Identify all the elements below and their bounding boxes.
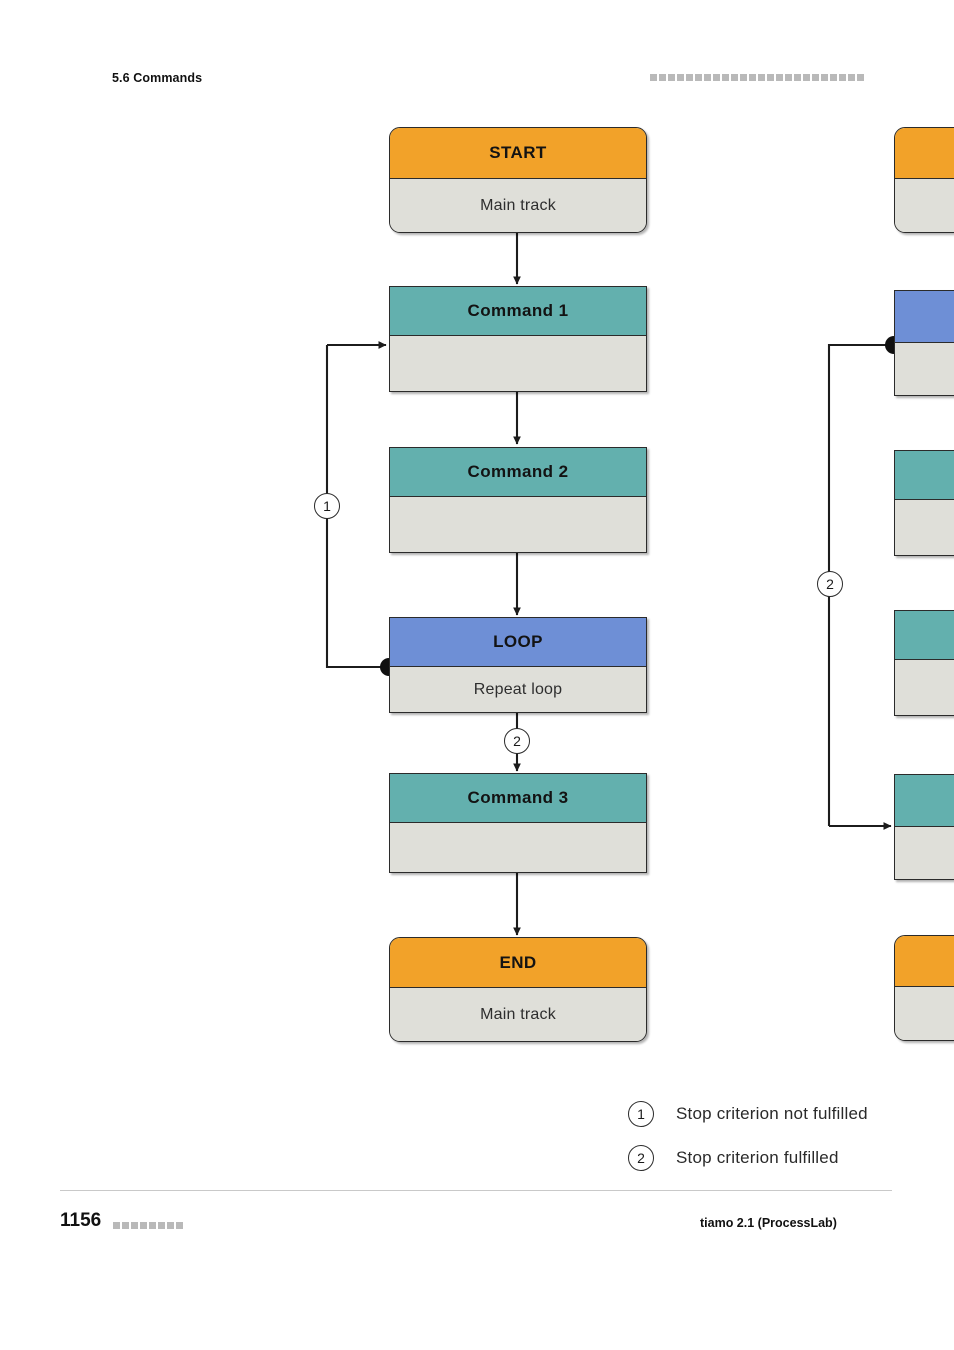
callout-marker-loopback: 1 (314, 493, 340, 519)
redacted-block (740, 74, 747, 81)
redacted-block (113, 1222, 120, 1229)
redacted-block (713, 74, 720, 81)
node-command1-title: Command 1 (390, 287, 646, 336)
node-start-subtitle: Main track (390, 179, 646, 232)
legend-item-2: 2 Stop criterion fulfilled (628, 1136, 948, 1180)
node-right-command2-title (895, 611, 954, 660)
redacted-block (767, 74, 774, 81)
node-loop-title: LOOP (390, 618, 646, 667)
node-right-start[interactable] (894, 127, 954, 233)
node-loop-subtitle: Repeat loop (390, 667, 646, 712)
node-right-command1-title (895, 451, 954, 500)
legend-marker-2-icon: 2 (628, 1145, 654, 1171)
node-right-command3-title (895, 775, 954, 827)
redacted-block (794, 74, 801, 81)
redacted-block (668, 74, 675, 81)
node-right-start-title (895, 128, 954, 179)
node-right-command2[interactable] (894, 610, 954, 716)
redacted-block (848, 74, 855, 81)
node-right-command1[interactable] (894, 450, 954, 556)
node-command3-title: Command 3 (390, 774, 646, 823)
redacted-block (857, 74, 864, 81)
page-header: 5.6 Commands (0, 0, 954, 104)
legend-label-1: Stop criterion not fulfilled (676, 1104, 868, 1123)
header-redacted-text (650, 74, 864, 81)
redacted-block (695, 74, 702, 81)
redacted-block (140, 1222, 147, 1229)
node-right-start-body (895, 179, 954, 232)
redacted-block (758, 74, 765, 81)
node-end-title: END (390, 938, 646, 988)
redacted-block (839, 74, 846, 81)
node-end[interactable]: END Main track (389, 937, 647, 1042)
redacted-block (821, 74, 828, 81)
redacted-block (149, 1222, 156, 1229)
redacted-block (167, 1222, 174, 1229)
redacted-block (122, 1222, 129, 1229)
node-start-title: START (390, 128, 646, 179)
callout-marker-right-exit: 2 (817, 571, 843, 597)
footer-divider (60, 1190, 892, 1191)
node-command3[interactable]: Command 3 (389, 773, 647, 873)
redacted-block (731, 74, 738, 81)
redacted-block (704, 74, 711, 81)
node-right-loop-title (895, 291, 954, 343)
legend-item-1: 1 Stop criterion not fulfilled (628, 1092, 948, 1136)
redacted-block (785, 74, 792, 81)
node-right-command3[interactable] (894, 774, 954, 880)
page-footer: 1156 tiamo 2.1 (ProcessLab) (0, 1190, 954, 1250)
legend: 1 Stop criterion not fulfilled 2 Stop cr… (628, 1092, 948, 1180)
redacted-block (176, 1222, 183, 1229)
node-loop[interactable]: LOOP Repeat loop (389, 617, 647, 713)
redacted-block (158, 1222, 165, 1229)
redacted-block (749, 74, 756, 81)
footer-redacted-text (113, 1222, 183, 1229)
node-command2[interactable]: Command 2 (389, 447, 647, 553)
redacted-block (830, 74, 837, 81)
redacted-block (686, 74, 693, 81)
redacted-block (722, 74, 729, 81)
node-right-end-body (895, 987, 954, 1040)
legend-label-2: Stop criterion fulfilled (676, 1148, 839, 1167)
footer-product-name: tiamo 2.1 (ProcessLab) (700, 1216, 837, 1230)
node-end-subtitle: Main track (390, 988, 646, 1041)
redacted-block (776, 74, 783, 81)
node-command2-title: Command 2 (390, 448, 646, 497)
node-start[interactable]: START Main track (389, 127, 647, 233)
node-command3-subtitle (390, 823, 646, 872)
footer-page-number: 1156 (60, 1210, 102, 1231)
node-command1-subtitle (390, 336, 646, 391)
redacted-block (659, 74, 666, 81)
node-right-command3-body (895, 827, 954, 879)
node-command1[interactable]: Command 1 (389, 286, 647, 392)
node-right-end-title (895, 936, 954, 987)
flowchart-diagram: START Main track Command 1 Command 2 LOO… (0, 104, 954, 1184)
callout-marker-exit: 2 (504, 728, 530, 754)
redacted-block (677, 74, 684, 81)
node-right-loop[interactable] (894, 290, 954, 396)
redacted-block (650, 74, 657, 81)
header-section-label: 5.6 Commands (112, 71, 203, 85)
node-right-command2-body (895, 660, 954, 715)
legend-marker-1-icon: 1 (628, 1101, 654, 1127)
node-right-end[interactable] (894, 935, 954, 1041)
node-command2-subtitle (390, 497, 646, 552)
node-right-loop-body (895, 343, 954, 395)
redacted-block (803, 74, 810, 81)
node-right-command1-body (895, 500, 954, 555)
redacted-block (131, 1222, 138, 1229)
redacted-block (812, 74, 819, 81)
